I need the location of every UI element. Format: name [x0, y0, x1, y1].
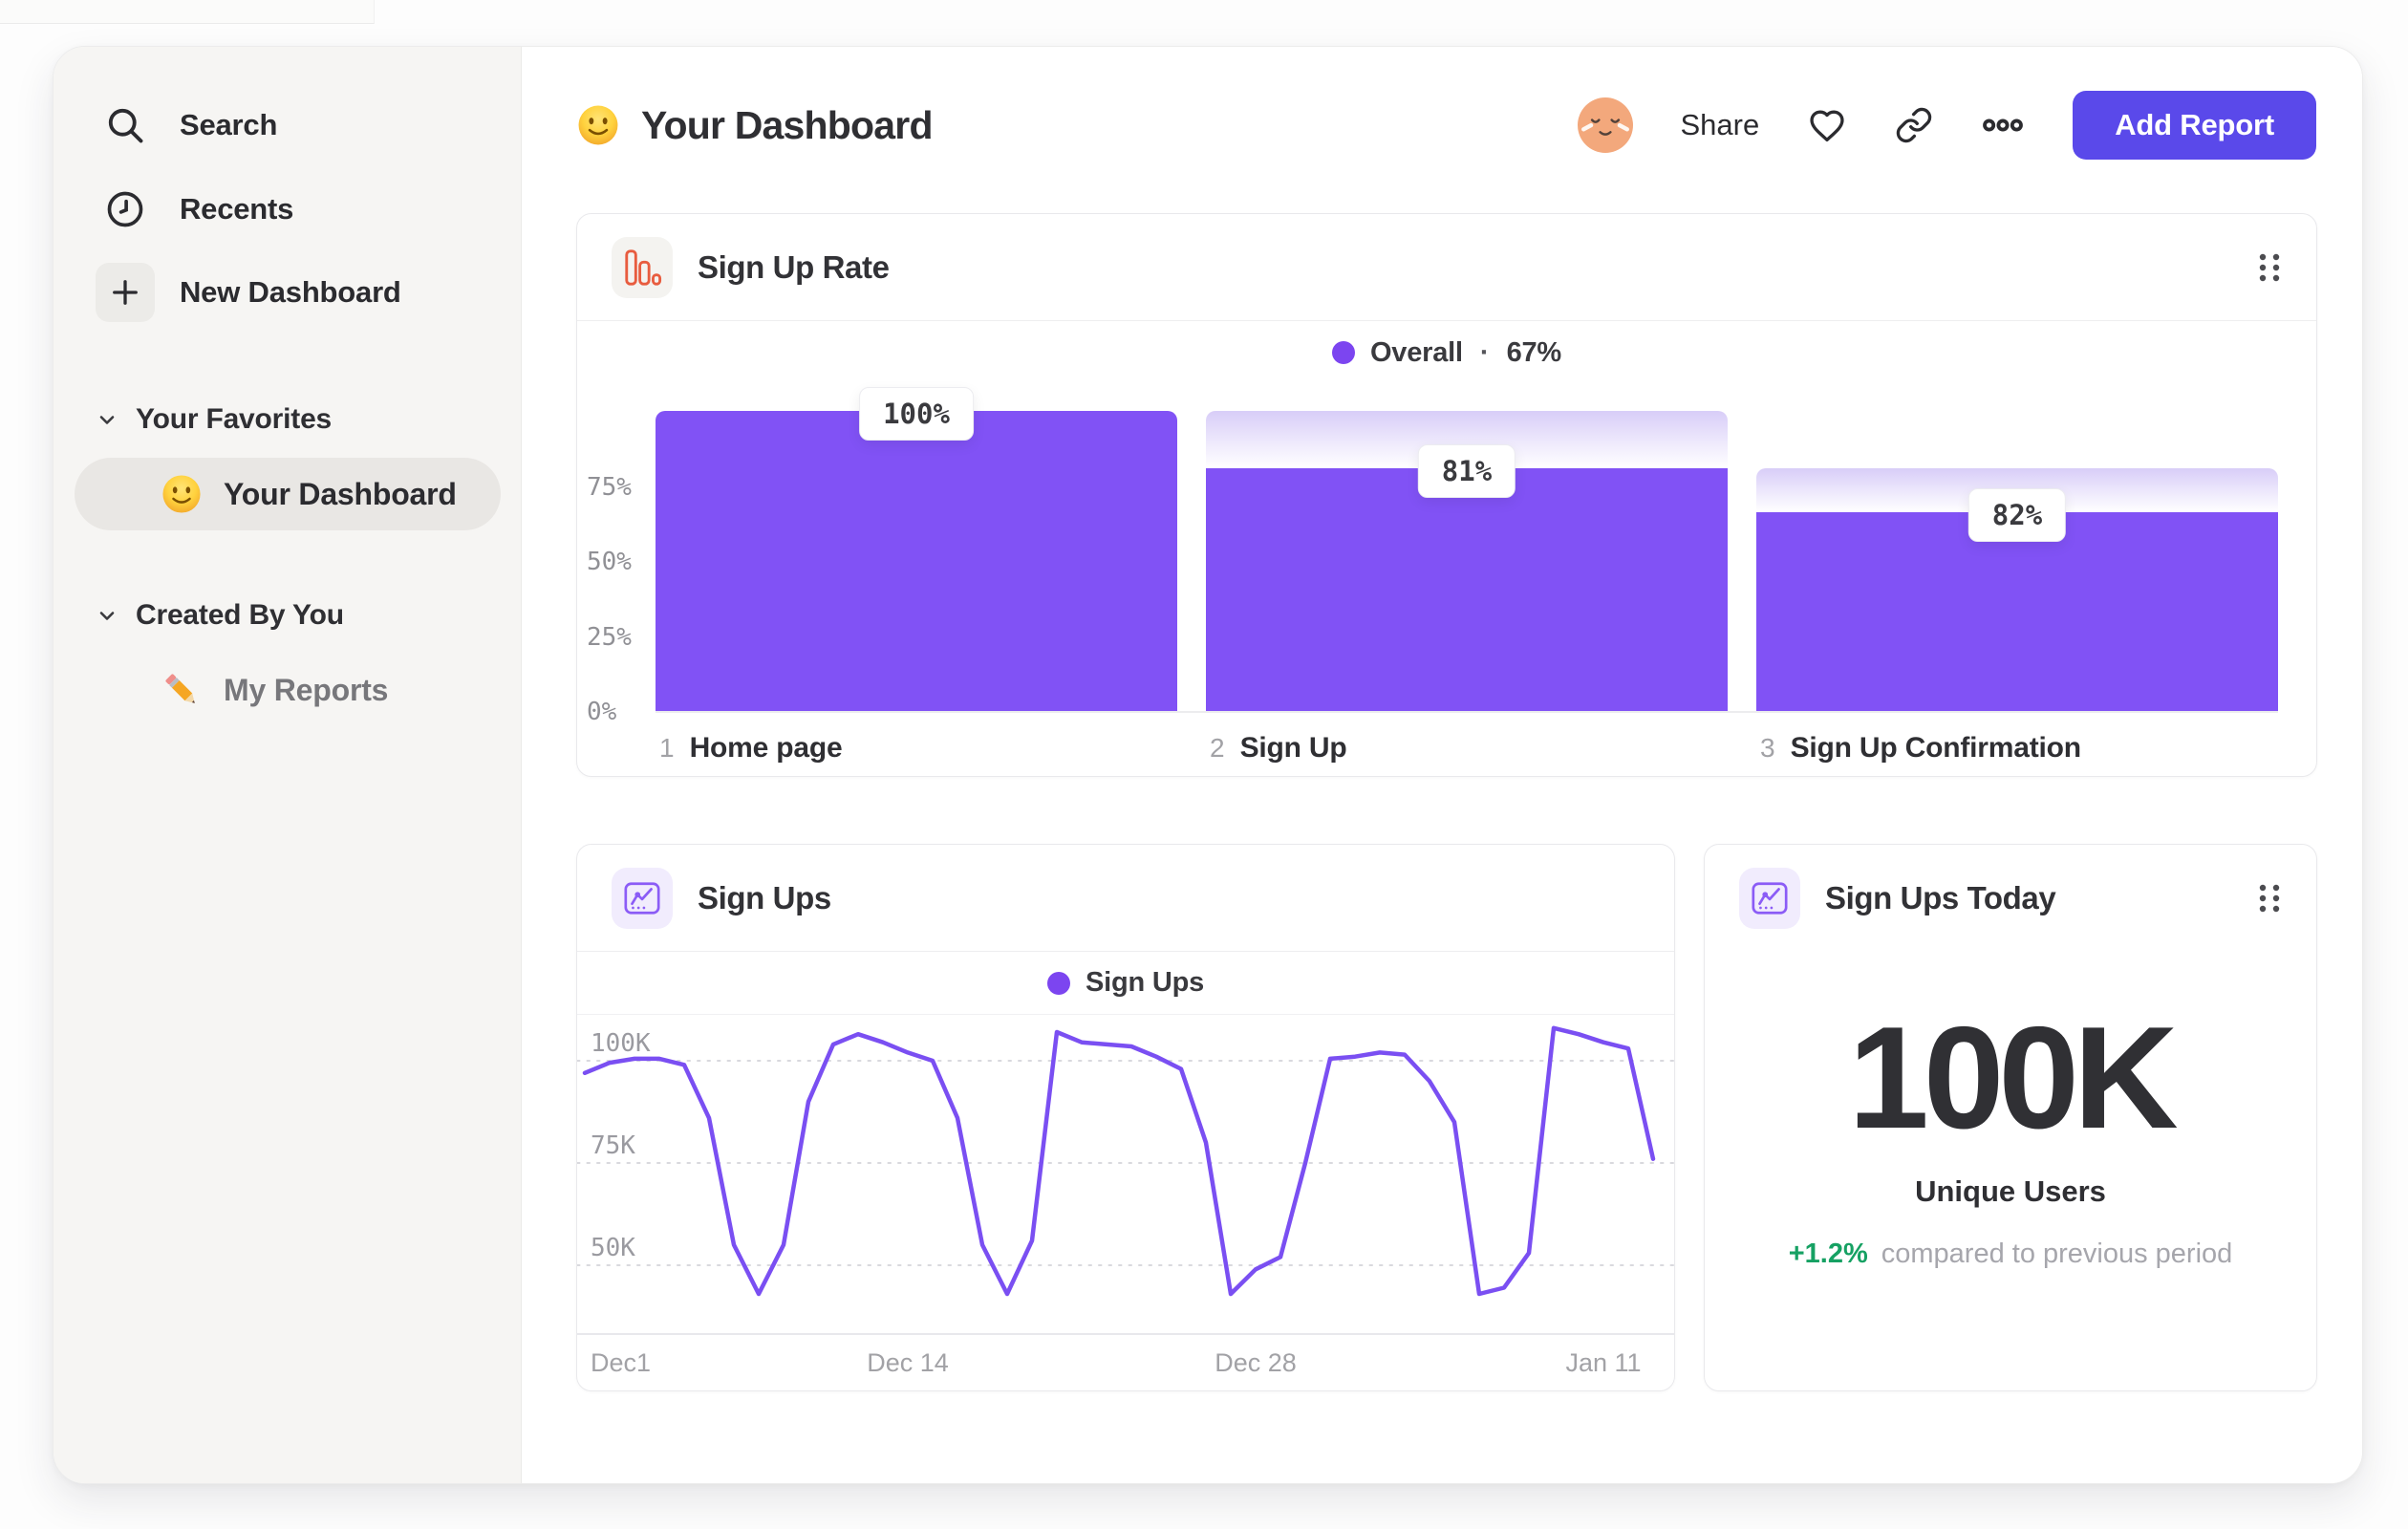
section-title: Created By You: [136, 599, 344, 631]
sidebar-item-your-dashboard[interactable]: Your Dashboard: [75, 458, 501, 530]
sidebar-item-label: Search: [180, 108, 278, 141]
app-window: Search Recents New Dashboard Your Favori…: [53, 46, 2363, 1484]
clock-icon: [96, 180, 155, 239]
smiley-emoji-icon: [577, 104, 619, 146]
step-name: Sign Up Confirmation: [1790, 732, 2082, 764]
sign-up-rate-card: Sign Up Rate Overall · 67% 75% 50% 25% 0% 1…: [576, 213, 2317, 777]
sidebar-item-search[interactable]: Search: [96, 95, 277, 156]
line-chart-x-axis: Dec1 Dec 14 Dec 28 Jan 11: [577, 1348, 1674, 1383]
legend-dot: [1331, 341, 1355, 364]
card-title: Sign Ups Today: [1825, 880, 2056, 915]
sidebar-item-new-dashboard[interactable]: New Dashboard: [96, 262, 401, 323]
sidebar-item-label: Recents: [180, 192, 294, 226]
funnel-bar-fill: [656, 411, 1177, 711]
metric-value: 100K: [1848, 997, 2178, 1159]
funnel-plot: 100% 81% 82%: [656, 387, 2278, 713]
funnel-step-label: 2 Sign Up: [1206, 732, 1728, 764]
metric-subtitle: Unique Users: [1915, 1174, 2106, 1208]
copy-link-icon[interactable]: [1895, 106, 1933, 144]
funnel-y-tick: 75%: [587, 472, 632, 502]
line-chart-icon: [1739, 868, 1800, 929]
sign-ups-line-svg: [577, 1025, 1674, 1335]
more-options-icon[interactable]: [1981, 103, 2025, 147]
card-title: Sign Ups: [698, 879, 831, 915]
sidebar-item-recents[interactable]: Recents: [96, 179, 293, 240]
delta-percent: +1.2%: [1788, 1238, 1868, 1269]
legend-label: Overall: [1369, 336, 1463, 368]
pencil-emoji-icon: [164, 673, 199, 707]
funnel-bar-sign-up: 81%: [1206, 396, 1728, 711]
favorite-heart-icon[interactable]: [1807, 105, 1847, 145]
sign-ups-today-card: Sign Ups Today 100K Unique Users +1.2% c…: [1704, 844, 2317, 1391]
sidebar-item-label: My Reports: [224, 672, 389, 707]
funnel-y-axis: 75% 50% 25% 0%: [587, 396, 654, 727]
funnel-bar-sign-up-confirmation: 82%: [1756, 396, 2278, 711]
metric-delta: +1.2% compared to previous period: [1705, 1238, 2316, 1270]
funnel-step-label: 3 Sign Up Confirmation: [1756, 732, 2278, 764]
line-y-tick: 75K: [591, 1131, 635, 1160]
funnel-bar-fill: [1756, 511, 2278, 711]
funnel-bar-fill: [1206, 467, 1728, 711]
share-button[interactable]: Share: [1681, 108, 1760, 142]
card-title: Sign Up Rate: [698, 248, 890, 285]
sidebar-item-label: New Dashboard: [180, 275, 401, 309]
line-x-tick: Dec1: [591, 1348, 652, 1377]
step-name: Home page: [689, 732, 843, 764]
legend-dot: [1046, 971, 1070, 995]
line-x-tick: Dec 14: [867, 1348, 949, 1377]
step-index: 3: [1760, 733, 1775, 763]
delta-note: compared to previous period: [1881, 1238, 2233, 1269]
legend-value: 67%: [1506, 336, 1562, 368]
line-legend: Sign Ups: [577, 952, 1674, 1015]
chevron-down-icon: [96, 604, 118, 627]
funnel-y-tick: 25%: [587, 622, 632, 652]
add-report-button[interactable]: Add Report: [2073, 91, 2316, 160]
sign-ups-card: Sign Ups Sign Ups Dec1 Dec 14 Dec 28 Jan 11…: [576, 844, 1675, 1391]
line-x-tick: Dec 28: [1215, 1348, 1297, 1377]
drag-handle-icon[interactable]: [2257, 251, 2282, 284]
card-header: Sign Ups: [577, 845, 1674, 952]
sidebar-section-created-by-you[interactable]: Created By You: [96, 585, 344, 646]
sidebar-section-your-favorites[interactable]: Your Favorites: [96, 389, 332, 450]
smiley-emoji-icon: [161, 474, 202, 514]
conversion-badge: 100%: [859, 387, 974, 441]
funnel-legend: Overall · 67%: [577, 321, 2316, 384]
sidebar: Search Recents New Dashboard Your Favori…: [54, 47, 522, 1483]
avatar[interactable]: [1577, 97, 1633, 153]
funnel-y-tick: 0%: [587, 698, 617, 726]
funnel-x-axis: 1 Home page 2 Sign Up 3 Sign Up Confirmation: [656, 732, 2278, 764]
drag-handle-icon[interactable]: [2257, 882, 2282, 915]
legend-label: Sign Ups: [1085, 967, 1205, 998]
legend-separator: ·: [1479, 336, 1490, 368]
line-chart-icon: [612, 867, 673, 929]
line-y-tick: 100K: [591, 1029, 651, 1058]
sign-ups-series-line: [582, 1025, 1656, 1297]
card-header: Sign Up Rate: [577, 214, 2316, 321]
dashboard-header: Your Dashboard Share Add Report: [522, 47, 2362, 204]
page-title-group: Your Dashboard: [576, 102, 934, 148]
step-name: Sign Up: [1239, 732, 1347, 764]
conversion-badge: 81%: [1417, 443, 1516, 498]
funnel-bar-home-page: 100%: [656, 387, 1177, 711]
line-x-tick: Jan 11: [1565, 1348, 1642, 1377]
card-header: Sign Ups Today: [1705, 845, 2316, 952]
line-y-tick: 50K: [591, 1234, 635, 1262]
line-chart-plot: [577, 1017, 1674, 1342]
bar-chart-icon: [612, 236, 673, 298]
main-content: Your Dashboard Share Add Report Sign Up …: [522, 47, 2362, 1483]
sidebar-item-label: Your Dashboard: [224, 476, 457, 511]
plus-icon: [96, 263, 155, 322]
funnel-y-tick: 50%: [587, 548, 632, 576]
chevron-down-icon: [96, 408, 118, 431]
header-actions: Share Add Report: [1577, 91, 2316, 160]
page-title: Your Dashboard: [641, 102, 934, 147]
search-icon: [96, 96, 155, 155]
conversion-badge: 82%: [1967, 487, 2067, 542]
step-index: 2: [1210, 733, 1225, 763]
funnel-step-label: 1 Home page: [656, 732, 1177, 764]
step-index: 1: [659, 733, 675, 763]
sidebar-item-my-reports[interactable]: My Reports: [161, 659, 388, 721]
section-title: Your Favorites: [136, 403, 333, 435]
background-top-strip: [0, 0, 375, 24]
